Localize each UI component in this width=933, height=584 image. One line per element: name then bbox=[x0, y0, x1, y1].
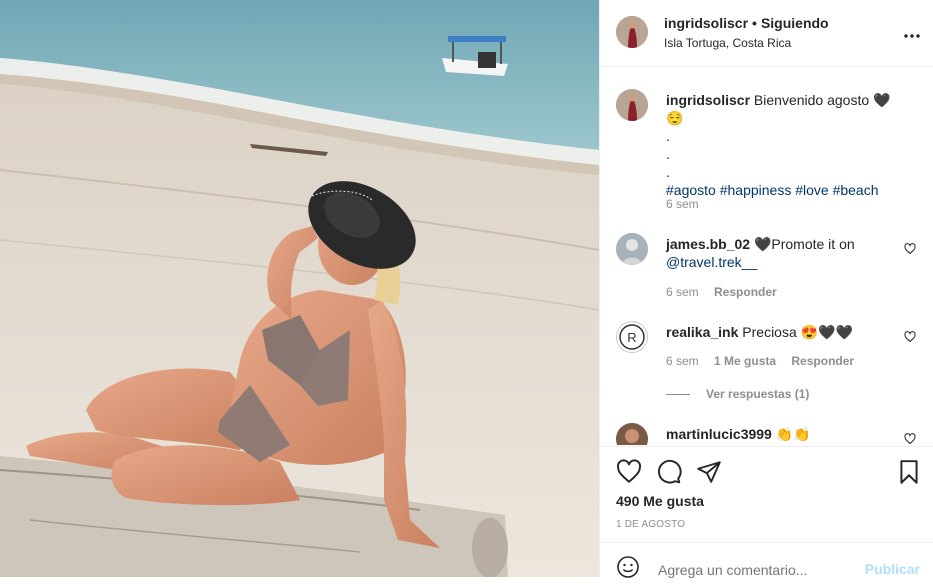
author-username[interactable]: ingridsoliscr bbox=[664, 15, 748, 31]
caption-username[interactable]: ingridsoliscr bbox=[666, 92, 750, 108]
comment-username[interactable]: martinlucic3999 bbox=[666, 426, 772, 442]
comment-time[interactable]: 6 sem bbox=[666, 354, 699, 368]
author-avatar[interactable] bbox=[616, 16, 648, 48]
comment-text: 🖤Promote it on bbox=[753, 236, 855, 252]
post-header: ingridsoliscr • Siguiendo Isla Tortuga, Co… bbox=[600, 0, 933, 67]
commenter-avatar[interactable] bbox=[616, 233, 648, 265]
instagram-post-view: ingridsoliscr • Siguiendo Isla Tortuga, Co… bbox=[0, 0, 933, 579]
comment-like-icon[interactable] bbox=[904, 243, 916, 255]
reply-button[interactable]: Responder bbox=[714, 285, 777, 299]
comment-username[interactable]: realika_ink bbox=[666, 324, 738, 340]
author-avatar[interactable] bbox=[616, 89, 648, 121]
likes-count[interactable]: 490 Me gusta bbox=[616, 493, 704, 509]
post-photo[interactable] bbox=[0, 0, 599, 577]
post-location[interactable]: Isla Tortuga, Costa Rica bbox=[664, 36, 791, 50]
caption-block: ingridsoliscr Bienvenido agosto 🖤😌 . . .… bbox=[616, 89, 916, 219]
comment-item: martinlucic3999 👏👏 bbox=[616, 423, 916, 445]
post-date[interactable]: 1 DE AGOSTO bbox=[616, 519, 685, 530]
share-icon[interactable] bbox=[696, 459, 722, 485]
view-replies-label: Ver respuestas (1) bbox=[706, 387, 810, 401]
heart-icon[interactable] bbox=[616, 459, 642, 485]
header-separator: • bbox=[752, 15, 757, 31]
post-sidebar: ingridsoliscr • Siguiendo Isla Tortuga, Co… bbox=[599, 0, 933, 579]
post-actions: 490 Me gusta 1 DE AGOSTO bbox=[600, 446, 933, 543]
comment-text: 👏👏 bbox=[775, 426, 811, 442]
comment-like-icon[interactable] bbox=[904, 433, 916, 445]
comment-likes[interactable]: 1 Me gusta bbox=[714, 354, 776, 368]
commenter-avatar[interactable]: R bbox=[616, 321, 648, 353]
comment-icon[interactable] bbox=[656, 459, 682, 485]
caption-dot: . bbox=[666, 146, 670, 162]
emoji-icon[interactable] bbox=[616, 555, 640, 584]
replies-divider bbox=[666, 394, 690, 396]
save-bookmark-icon[interactable] bbox=[896, 459, 922, 485]
comment-input[interactable] bbox=[656, 561, 840, 579]
following-button[interactable]: Siguiendo bbox=[761, 15, 829, 31]
comment-time[interactable]: 6 sem bbox=[666, 285, 699, 299]
caption-dot: . bbox=[666, 128, 670, 144]
add-comment-bar: Publicar bbox=[600, 542, 933, 579]
comment-item: james.bb_02 🖤Promote it on @travel.trek_… bbox=[616, 233, 916, 313]
comment-text: Preciosa 😍🖤🖤 bbox=[742, 324, 853, 340]
view-replies-button[interactable]: Ver respuestas (1) bbox=[666, 387, 809, 401]
reply-button[interactable]: Responder bbox=[791, 354, 854, 368]
caption-dot: . bbox=[666, 164, 670, 180]
comment-like-icon[interactable] bbox=[904, 331, 916, 343]
commenter-avatar[interactable] bbox=[616, 423, 648, 445]
svg-text:R: R bbox=[627, 330, 636, 345]
comment-username[interactable]: james.bb_02 bbox=[666, 236, 750, 252]
caption-time[interactable]: 6 sem bbox=[666, 197, 699, 211]
comment-mention[interactable]: @travel.trek__ bbox=[666, 253, 906, 271]
more-horizontal-icon[interactable] bbox=[904, 22, 920, 43]
publish-button[interactable]: Publicar bbox=[865, 561, 920, 577]
comments-list[interactable]: ingridsoliscr Bienvenido agosto 🖤😌 . . .… bbox=[600, 67, 933, 445]
